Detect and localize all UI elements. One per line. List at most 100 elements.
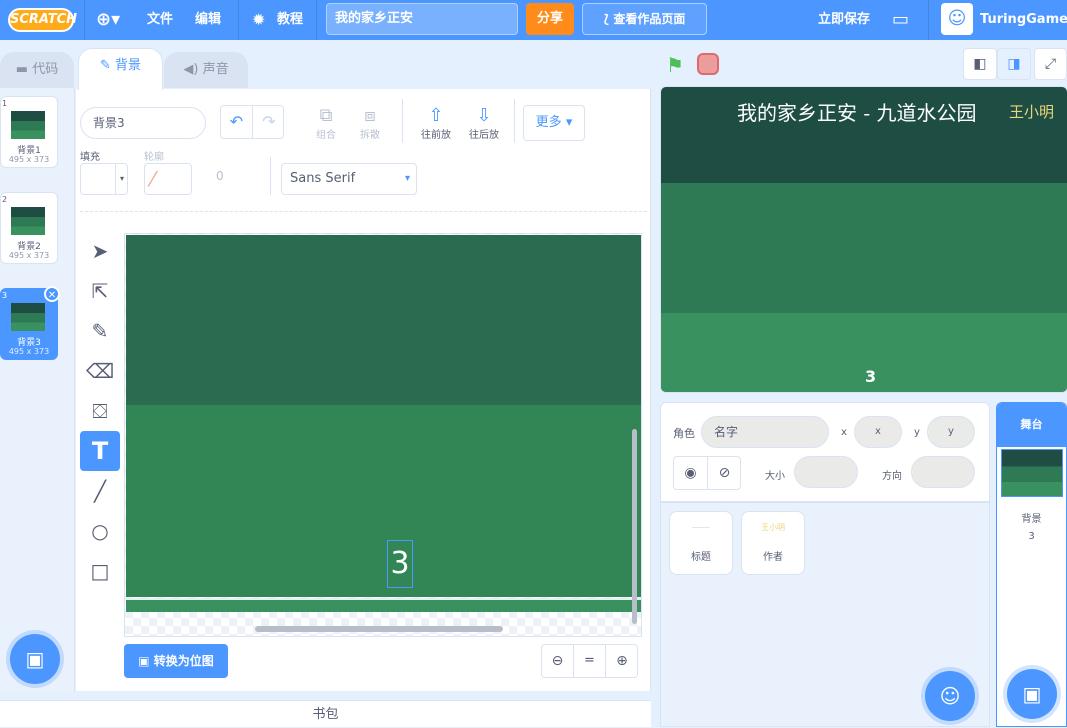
canvas-bottom-band [126,405,641,597]
forward-label: 往前放 [421,130,451,141]
group-button[interactable]: ⧉ 组合 [306,105,346,141]
choose-sprite-button[interactable]: ☺ [925,671,975,721]
tab-sounds[interactable]: ◀) 声音 [164,52,248,88]
no-color-icon: ⁄ [151,167,155,191]
circle-tool-icon[interactable]: ○ [80,511,120,551]
text-tool-icon[interactable]: T [80,431,120,471]
backdrop-size: 495 x 373 [8,251,50,260]
image-icon: ▣ [138,654,154,668]
fill-color-picker[interactable]: ▾ [80,163,128,195]
costume-name-input[interactable]: 背景3 [80,107,206,139]
fill-tool-icon[interactable]: ⛋ [80,391,120,431]
green-flag-icon[interactable]: ⚑ [666,53,684,77]
hide-eye-icon[interactable]: ⊘ [708,457,741,489]
fullscreen-icon[interactable]: ⤢ [1034,48,1067,80]
y-label: y [914,427,920,438]
more-button[interactable]: 更多 ▾ [523,105,585,141]
stage-canvas[interactable]: 我的家乡正安 - 九道水公园 王小明 3 [660,86,1067,393]
divider [270,157,271,195]
sprite-thumbnail: ——— [692,524,710,531]
see-project-label: 查看作品页面 [613,12,686,26]
paint-canvas[interactable]: 3 [124,233,642,637]
forward-icon: ⇧ [428,105,444,126]
backdrop-item[interactable]: 1 背景1 495 x 373 [0,96,58,168]
backward-button[interactable]: ⇩ 往后放 [462,105,506,141]
username-label: TuringGame [980,12,1067,27]
save-now-button[interactable]: 立即保存 [818,0,870,40]
tab-code-label: 代码 [32,62,59,77]
font-dropdown[interactable]: Sans Serif ▾ [281,163,417,195]
outline-color-picker[interactable]: ⁄ [144,163,192,195]
brush-tool-icon[interactable]: ✎ [80,311,120,351]
canvas-top-band [126,235,641,405]
size-input[interactable] [794,456,858,488]
choose-backdrop-button[interactable]: ▣ [10,634,60,684]
sprite-info-panel: 角色 名字 x x y y ◉ ⊘ 大小 方向 [660,402,990,502]
zoom-out-icon[interactable]: ⊖ [542,645,574,677]
stage-selector[interactable]: 舞台 背景 3 ▣ [996,402,1067,727]
canvas-text-object[interactable]: 3 [387,540,413,588]
folder-icon[interactable]: ▭ [892,0,909,40]
outline-width-field[interactable]: 0 [216,169,232,183]
x-label: x [841,427,847,438]
sprite-item[interactable]: 王小明 作者 [741,511,805,575]
tab-code[interactable]: ▬ 代码 [0,52,74,88]
undo-icon[interactable]: ↶ [221,106,253,138]
speaker-tab-icon: ◀) [183,62,203,77]
zoom-in-icon[interactable]: ⊕ [606,645,638,677]
convert-to-bitmap-button[interactable]: ▣ 转换为位图 [124,644,228,678]
select-tool-icon[interactable]: ➤ [80,231,120,271]
font-label: Sans Serif [290,171,356,186]
redo-icon[interactable]: ↷ [253,106,285,138]
zoom-reset-button[interactable]: = [574,645,606,677]
undo-redo-group: ↶ ↷ [220,105,284,139]
forward-button[interactable]: ⇧ 往前放 [414,105,458,141]
tab-backdrops[interactable]: ✎ 背景 [78,48,163,90]
project-title-input[interactable]: 我的家乡正安 [326,3,518,35]
choose-stage-backdrop-button[interactable]: ▣ [1007,669,1057,719]
y-input[interactable]: y [927,416,975,448]
reshape-tool-icon[interactable]: ⇱ [80,271,120,311]
see-project-page-button[interactable]: ⟅ 查看作品页面 [582,3,707,35]
horizontal-scrollbar[interactable] [255,626,503,632]
vertical-scrollbar[interactable] [632,429,637,624]
large-stage-icon[interactable]: ◨ [997,48,1031,80]
divider [84,0,85,40]
user-avatar[interactable]: ☺ [941,3,973,35]
small-stage-icon[interactable]: ◧ [963,48,997,80]
backpack[interactable]: 书包 [0,700,651,727]
x-input[interactable]: x [854,416,902,448]
rectangle-tool-icon[interactable]: □ [80,551,120,591]
backdrops-label: 背景 [1021,514,1042,525]
language-globe-icon[interactable]: ⊕▾ [96,0,120,40]
stage-thumbnail [1001,449,1063,497]
stop-icon[interactable] [697,53,719,75]
backward-icon: ⇩ [476,105,492,126]
image-add-icon: ▣ [1022,682,1042,706]
backdrop-number: 1 [2,99,8,108]
divider [402,99,403,143]
code-tab-icon: ▬ [15,62,33,77]
delete-icon[interactable]: ✕ [44,286,60,302]
backdrop-item[interactable]: 2 背景2 495 x 373 [0,192,58,264]
direction-input[interactable] [911,456,975,488]
scratch-logo[interactable]: SCRATCH [8,8,77,32]
eraser-tool-icon[interactable]: ⌫ [80,351,120,391]
stage-number-text: 3 [865,367,877,386]
menu-edit[interactable]: 编辑 [195,0,221,40]
backdrop-count: 3 [1028,531,1035,542]
username-menu[interactable]: TuringGame ▾ [980,0,1067,67]
line-tool-icon[interactable]: ╱ [80,471,120,511]
sprite-item[interactable]: ——— 标题 [669,511,733,575]
ungroup-button[interactable]: ⧈ 拆散 [350,105,390,141]
backdrop-list: 1 背景1 495 x 373 2 背景2 495 x 373 3 背景3 49… [0,88,75,692]
stage-header: 舞台 [997,403,1066,447]
show-eye-icon[interactable]: ◉ [674,457,708,489]
menu-tutorials[interactable]: 教程 [277,0,303,40]
sprite-name-input[interactable]: 名字 [701,416,829,448]
share-button[interactable]: 分享 [526,3,574,35]
menu-file[interactable]: 文件 [147,0,173,40]
divider [316,0,317,40]
divider [928,0,929,40]
more-label: 更多 [535,115,562,130]
